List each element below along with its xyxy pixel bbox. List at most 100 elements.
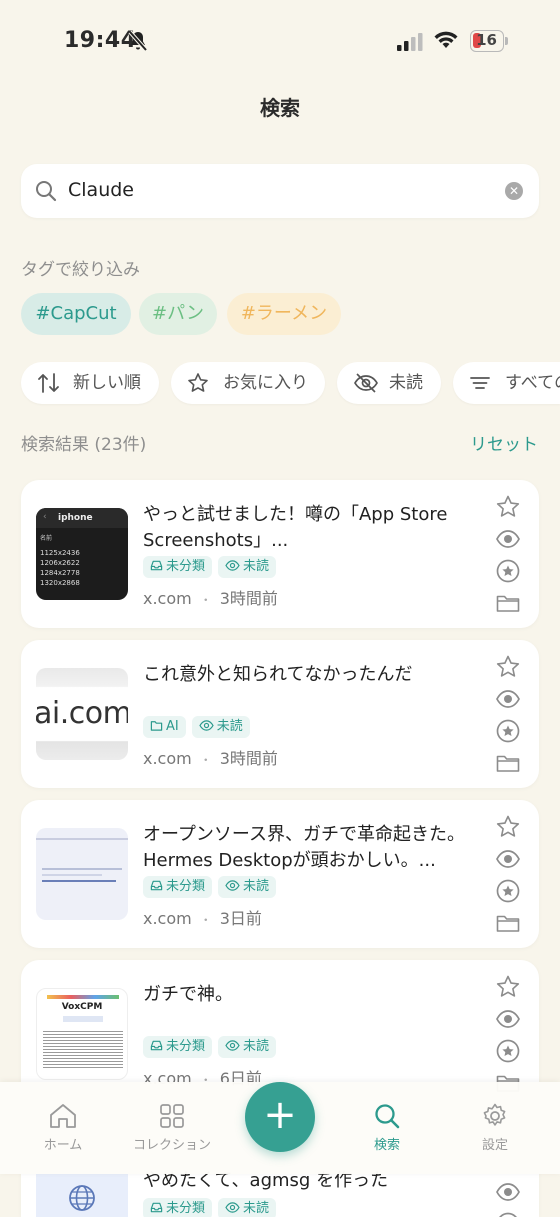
tab-settings-label: 設定 bbox=[481, 1138, 508, 1153]
tag-chip-pan[interactable]: #パン bbox=[139, 293, 217, 335]
filter-lines-icon bbox=[470, 377, 490, 389]
unread-badge: 未読 bbox=[218, 876, 277, 898]
filter-favorites-button[interactable]: お気に入り bbox=[171, 362, 325, 404]
thumb-text: ai.com bbox=[36, 696, 128, 731]
badge-label: 未読 bbox=[216, 719, 243, 734]
tab-search-label: 検索 bbox=[373, 1138, 400, 1153]
read-eye-icon[interactable] bbox=[495, 526, 521, 552]
thumbnail-image: VoxCPM bbox=[36, 988, 128, 1080]
thumb-row: 1125x2436 bbox=[40, 549, 80, 557]
inbox-icon bbox=[150, 559, 163, 572]
read-eye-icon[interactable] bbox=[495, 1179, 521, 1205]
category-badge: 未分類 bbox=[143, 876, 213, 898]
filter-all-button[interactable]: すべての bbox=[453, 362, 560, 404]
home-icon bbox=[50, 1104, 76, 1128]
card-domain: x.com bbox=[143, 749, 192, 768]
tab-search[interactable]: 検索 bbox=[342, 1102, 432, 1153]
star-badge-icon[interactable] bbox=[495, 1038, 521, 1064]
badge-label: 未分類 bbox=[166, 1039, 206, 1054]
card-badges: AI 未読 bbox=[143, 716, 256, 738]
folder-icon[interactable] bbox=[495, 750, 521, 776]
eye-icon bbox=[225, 1201, 240, 1214]
clear-search-icon[interactable]: ✕ bbox=[505, 182, 523, 200]
tab-home[interactable]: ホーム bbox=[18, 1102, 108, 1153]
eye-slash-icon bbox=[354, 373, 378, 393]
reset-button[interactable]: リセット bbox=[470, 430, 538, 455]
tag-chip-ramen[interactable]: #ラーメン bbox=[227, 293, 341, 335]
card-badges: 未分類 未読 bbox=[143, 1198, 282, 1217]
card-title: これ意外と知られてなかったんだ bbox=[143, 664, 413, 685]
inbox-icon bbox=[150, 1201, 163, 1214]
search-input[interactable]: Claude ✕ bbox=[21, 164, 539, 218]
wifi-icon bbox=[434, 31, 458, 48]
read-eye-icon[interactable] bbox=[495, 686, 521, 712]
star-badge-icon[interactable] bbox=[495, 558, 521, 584]
collection-badge: AI bbox=[143, 716, 186, 738]
tab-collection-label: コレクション bbox=[132, 1138, 211, 1153]
result-card[interactable]: ai.com これ意外と知られてなかったんだ AI 未読 x.com ・ 3時間前 bbox=[21, 640, 539, 788]
sort-arrows-icon bbox=[38, 373, 59, 393]
category-badge: 未分類 bbox=[143, 1198, 213, 1217]
star-badge-icon[interactable] bbox=[495, 878, 521, 904]
folder-icon[interactable] bbox=[495, 590, 521, 616]
tag-filter-label: タグで絞り込み bbox=[21, 260, 140, 280]
search-icon bbox=[36, 181, 57, 202]
sort-newest-button[interactable]: 新しい順 bbox=[21, 362, 159, 404]
badge-label: 未分類 bbox=[166, 1201, 206, 1216]
globe-icon bbox=[69, 1185, 95, 1211]
favorite-star-icon[interactable] bbox=[495, 494, 521, 520]
badge-label: 未読 bbox=[243, 879, 270, 894]
status-bar: 19:44 16 bbox=[0, 0, 560, 84]
card-badges: 未分類 未読 bbox=[143, 876, 282, 898]
favorite-star-icon[interactable] bbox=[495, 974, 521, 1000]
result-card[interactable]: オープンソース界、ガチで革命起きた。Hermes Desktopが頭おかしい。.… bbox=[21, 800, 539, 948]
card-badges: 未分類 未読 bbox=[143, 1036, 282, 1058]
add-button[interactable]: + bbox=[245, 1082, 315, 1152]
card-domain: x.com bbox=[143, 589, 192, 608]
card-title: ガチで神。 bbox=[143, 984, 233, 1005]
sort-newest-label: 新しい順 bbox=[73, 373, 141, 393]
tab-settings[interactable]: 設定 bbox=[450, 1102, 540, 1153]
result-card[interactable]: ‹ iphone 名前 1125x2436 1206x2622 1284x277… bbox=[21, 480, 539, 628]
filter-favorites-label: お気に入り bbox=[223, 373, 308, 393]
card-domain: x.com bbox=[143, 909, 192, 928]
folder-icon[interactable] bbox=[495, 910, 521, 936]
badge-label: AI bbox=[166, 719, 179, 734]
read-eye-icon[interactable] bbox=[495, 846, 521, 872]
star-icon bbox=[188, 373, 208, 392]
card-time: 3時間前 bbox=[219, 749, 278, 768]
bell-muted-icon bbox=[128, 30, 148, 52]
thumb-row: 1284x2778 bbox=[40, 569, 80, 577]
card-title: オープンソース界、ガチで革命起きた。Hermes Desktopが頭おかしい。.… bbox=[143, 824, 466, 871]
thumbnail-image: ai.com bbox=[36, 668, 128, 760]
battery-icon: 16 bbox=[470, 30, 508, 52]
filter-all-label: すべての bbox=[505, 373, 560, 393]
tag-chip-capcut[interactable]: #CapCut bbox=[21, 293, 131, 335]
folder-icon bbox=[150, 719, 163, 732]
sort-filter-row: 新しい順 お気に入り 未読 すべての bbox=[0, 362, 560, 406]
card-time: 3日前 bbox=[219, 909, 262, 928]
eye-icon bbox=[199, 719, 214, 732]
card-meta: x.com ・ 3時間前 bbox=[143, 749, 278, 768]
badge-label: 未分類 bbox=[166, 879, 206, 894]
tab-collection[interactable]: コレクション bbox=[127, 1102, 217, 1153]
read-eye-icon[interactable] bbox=[495, 1006, 521, 1032]
favorite-star-icon[interactable] bbox=[495, 814, 521, 840]
thumb-text: VoxCPM bbox=[61, 1002, 103, 1012]
thumb-heading: iphone bbox=[58, 513, 93, 523]
search-value[interactable]: Claude bbox=[68, 179, 134, 201]
star-badge-icon[interactable] bbox=[495, 718, 521, 744]
favorite-star-icon[interactable] bbox=[495, 654, 521, 680]
eye-icon bbox=[225, 879, 240, 892]
inbox-icon bbox=[150, 1039, 163, 1052]
unread-badge: 未読 bbox=[218, 556, 277, 578]
unread-badge: 未読 bbox=[218, 1036, 277, 1058]
card-meta: x.com ・ 3時間前 bbox=[143, 589, 278, 608]
filter-unread-button[interactable]: 未読 bbox=[337, 362, 441, 404]
eye-icon bbox=[225, 1039, 240, 1052]
badge-label: 未読 bbox=[243, 559, 270, 574]
search-icon bbox=[375, 1104, 400, 1129]
star-badge-icon[interactable] bbox=[495, 1211, 521, 1217]
cellular-signal-icon bbox=[397, 33, 423, 51]
gear-icon bbox=[483, 1103, 506, 1126]
